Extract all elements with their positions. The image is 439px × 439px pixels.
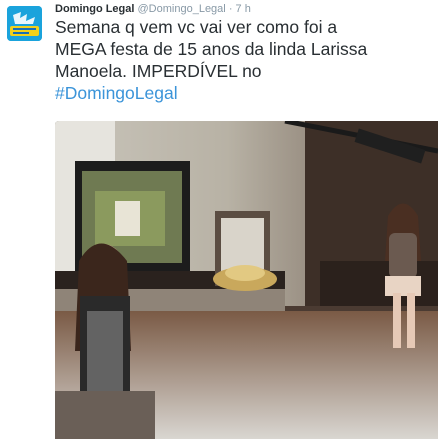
tweet-text-line: MEGA festa de 15 anos da linda Larissa bbox=[55, 39, 368, 59]
tweet-photo[interactable] bbox=[55, 121, 438, 439]
author-name[interactable]: Domingo Legal bbox=[55, 3, 134, 15]
tweet-text-line: Semana q vem vc vai ver como foi a bbox=[55, 17, 338, 37]
domingo-legal-logo-icon bbox=[7, 6, 42, 41]
hashtag-link[interactable]: #DomingoLegal bbox=[55, 82, 435, 104]
photo-image bbox=[55, 121, 438, 439]
tweet-header: Domingo Legal @Domingo_Legal · 7 h bbox=[55, 3, 251, 16]
avatar[interactable] bbox=[7, 6, 42, 41]
tweet-timestamp[interactable]: 7 h bbox=[236, 3, 251, 15]
tweet-text-line: Manoela. IMPERDÍVEL no bbox=[55, 61, 262, 81]
tweet-text: Semana q vem vc vai ver como foi a MEGA … bbox=[55, 16, 435, 104]
meta-separator: · bbox=[228, 3, 233, 15]
tweet: Domingo Legal @Domingo_Legal · 7 h Seman… bbox=[0, 0, 439, 439]
author-handle[interactable]: @Domingo_Legal bbox=[138, 3, 226, 15]
